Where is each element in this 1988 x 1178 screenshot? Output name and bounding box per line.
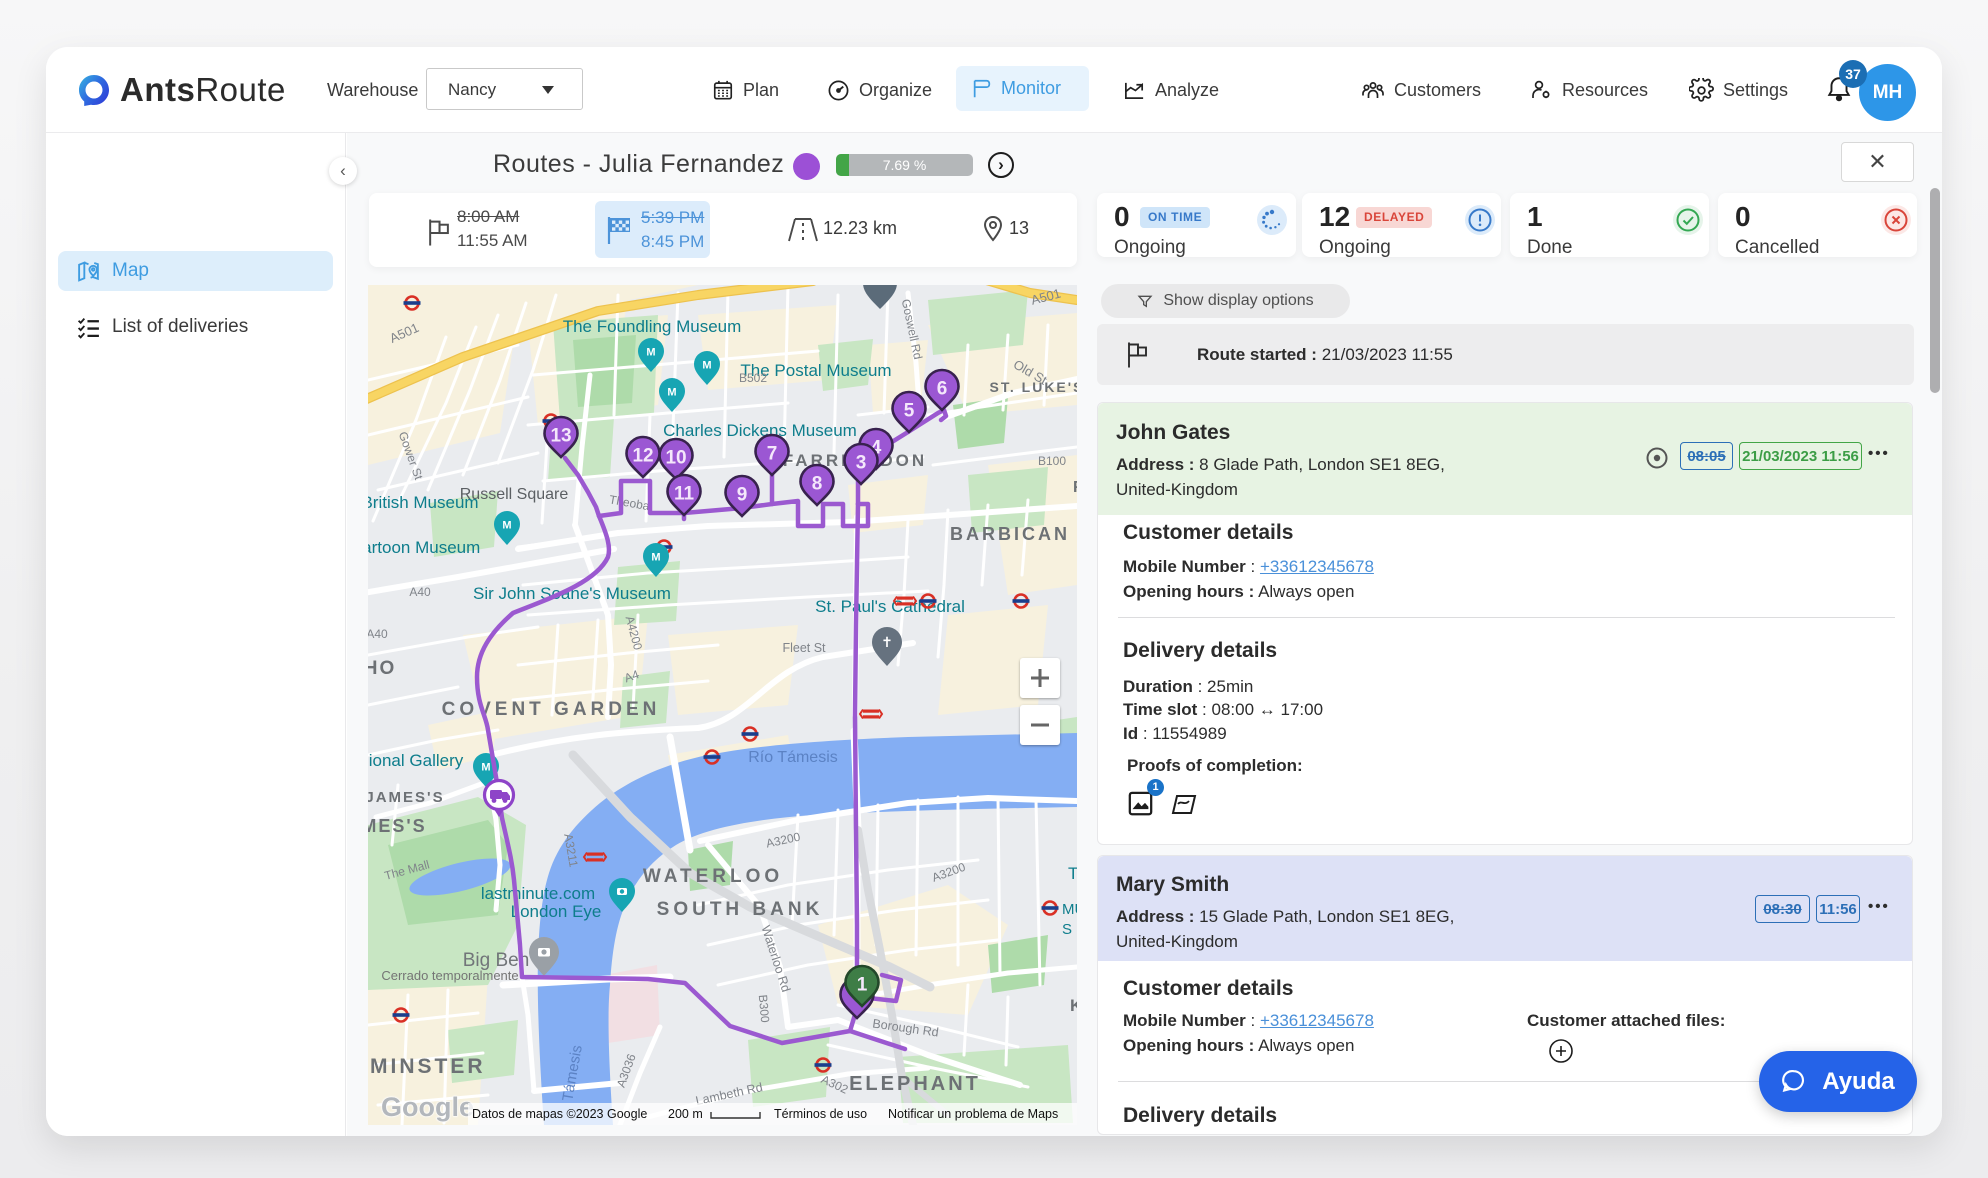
svg-text:12: 12 [632, 446, 653, 467]
svg-text:3: 3 [856, 453, 867, 474]
svg-text:Russell Square: Russell Square [460, 486, 569, 503]
svg-text:5: 5 [904, 401, 915, 422]
svg-text:St. Paul's Cathedral: St. Paul's Cathedral [815, 597, 965, 616]
svg-text:The Foundling Museum: The Foundling Museum [563, 317, 742, 336]
svg-text:Río Támesis: Río Támesis [748, 749, 838, 766]
svg-text:M: M [702, 360, 711, 372]
svg-text:A40: A40 [368, 627, 388, 641]
svg-text:MINSTER: MINSTER [370, 1055, 486, 1078]
svg-text:ional Gallery: ional Gallery [369, 751, 464, 770]
svg-text:M: M [481, 762, 490, 774]
svg-text:Datos de mapas ©2023 Google: Datos de mapas ©2023 Google [472, 1107, 647, 1121]
svg-text:e Cartoon Museum: e Cartoon Museum [368, 538, 480, 557]
svg-text:F: F [1073, 479, 1077, 496]
svg-text:200 m: 200 m [668, 1107, 703, 1121]
svg-text:Fleet St: Fleet St [782, 641, 826, 655]
svg-text:M: M [646, 347, 655, 359]
svg-text:S: S [1062, 921, 1072, 938]
svg-text:WATERLOO: WATERLOO [643, 866, 783, 887]
svg-text:B100: B100 [1038, 454, 1066, 468]
svg-text:London Eye: London Eye [511, 902, 602, 921]
svg-text:COVENT GARDEN: COVENT GARDEN [442, 699, 661, 720]
svg-text:10: 10 [665, 448, 686, 469]
svg-text:A40: A40 [409, 585, 431, 599]
svg-text:M: M [667, 387, 676, 399]
svg-text:JAMES'S: JAMES'S [368, 789, 445, 806]
svg-text:Términos de uso: Términos de uso [774, 1107, 867, 1121]
svg-text:MES'S: MES'S [368, 816, 427, 836]
svg-text:9: 9 [737, 485, 748, 506]
svg-text:B502: B502 [739, 371, 767, 385]
svg-text:BARBICAN: BARBICAN [950, 524, 1070, 544]
svg-text:6: 6 [937, 379, 948, 400]
svg-text:HO: HO [368, 658, 396, 679]
svg-text:Charles Dickens Museum: Charles Dickens Museum [663, 421, 857, 440]
svg-text:13: 13 [550, 426, 571, 447]
svg-text:ELEPHANT: ELEPHANT [849, 1073, 981, 1095]
svg-text:M: M [651, 552, 660, 564]
svg-text:1: 1 [857, 975, 868, 996]
svg-text:MU: MU [1062, 901, 1077, 918]
svg-text:11: 11 [674, 484, 695, 505]
svg-text:SOUTH BANK: SOUTH BANK [657, 899, 824, 920]
svg-text:KI: KI [1070, 996, 1077, 1015]
svg-text:7: 7 [767, 444, 778, 465]
svg-text:Notificar un problema de Maps: Notificar un problema de Maps [888, 1107, 1058, 1121]
svg-text:Google: Google [381, 1092, 474, 1122]
svg-text:lastminute.com: lastminute.com [481, 884, 595, 903]
svg-text:The S: The S [1068, 864, 1077, 883]
svg-text:Cerrado temporalmente: Cerrado temporalmente [381, 968, 518, 983]
svg-text:8: 8 [812, 474, 823, 495]
svg-text:B300: B300 [756, 994, 772, 1023]
svg-text:M: M [502, 520, 511, 532]
svg-text:✝: ✝ [881, 634, 893, 650]
